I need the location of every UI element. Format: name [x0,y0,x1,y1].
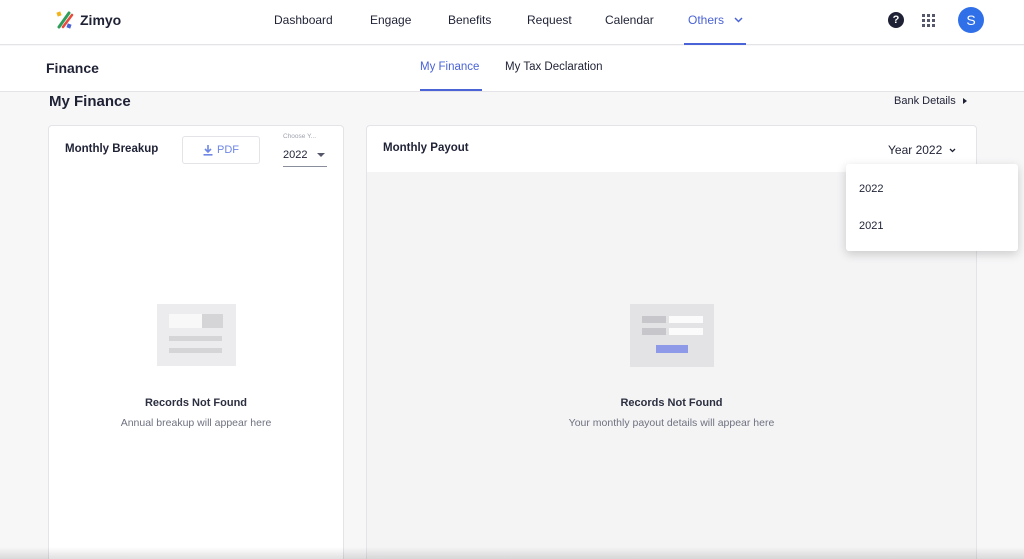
nav-active-indicator [684,43,746,45]
tab-my-tax-declaration[interactable]: My Tax Declaration [505,61,603,73]
empty-payout-illustration [630,304,714,367]
bank-details-label: Bank Details [894,95,956,107]
bottom-shadow [0,547,1024,559]
bank-details-link[interactable]: Bank Details [894,95,967,107]
breakup-empty-title: Records Not Found [144,397,248,409]
monthly-breakup-title: Monthly Breakup [65,143,159,155]
chevron-down-icon [734,17,743,23]
monthly-payout-title: Monthly Payout [383,142,469,154]
nav-benefits[interactable]: Benefits [448,13,491,27]
help-icon[interactable]: ? [888,12,904,28]
year-select-value: 2022 [283,149,308,161]
nav-others-label: Others [688,13,725,27]
tab-active-indicator [420,89,482,91]
pdf-button-label: PDF [217,144,239,156]
section-title: Finance [46,60,99,76]
payout-empty-subtitle: Your monthly payout details will appear … [568,417,775,429]
nav-calendar[interactable]: Calendar [605,13,654,27]
page-title: My Finance [49,93,131,110]
dropdown-option-2021[interactable]: 2021 [859,220,883,232]
payout-year-select[interactable]: Year 2022 [888,143,956,157]
nav-others[interactable]: Others [688,13,743,27]
top-navbar: Zimyo Dashboard Engage Benefits Request … [0,0,1024,45]
monthly-breakup-card: Monthly Breakup PDF Choose Y... 2022 Rec… [48,125,344,559]
download-pdf-button[interactable]: PDF [182,136,260,164]
nav-engage[interactable]: Engage [370,13,411,27]
breakup-empty-subtitle: Annual breakup will appear here [120,417,272,429]
download-icon [203,144,213,156]
payout-empty-title: Records Not Found [620,397,723,409]
chevron-down-icon [949,148,956,153]
sub-header: Finance My Finance My Tax Declaration [0,46,1024,92]
year-dropdown-menu: 2022 2021 [846,164,1018,251]
caret-down-icon [317,153,325,157]
caret-right-icon [962,98,967,104]
year-select[interactable]: Choose Y... 2022 [283,131,327,167]
main-nav: Dashboard Engage Benefits Request Calend… [0,0,1024,45]
nav-request[interactable]: Request [527,13,572,27]
user-avatar[interactable]: S [958,7,984,33]
nav-dashboard[interactable]: Dashboard [274,13,333,27]
year-select-label: Choose Y... [283,133,317,140]
tab-my-finance[interactable]: My Finance [420,61,479,73]
payout-year-value: Year 2022 [888,143,943,157]
dropdown-option-2022[interactable]: 2022 [859,183,883,195]
apps-grid-icon[interactable] [922,14,935,27]
empty-breakup-illustration [157,304,236,366]
